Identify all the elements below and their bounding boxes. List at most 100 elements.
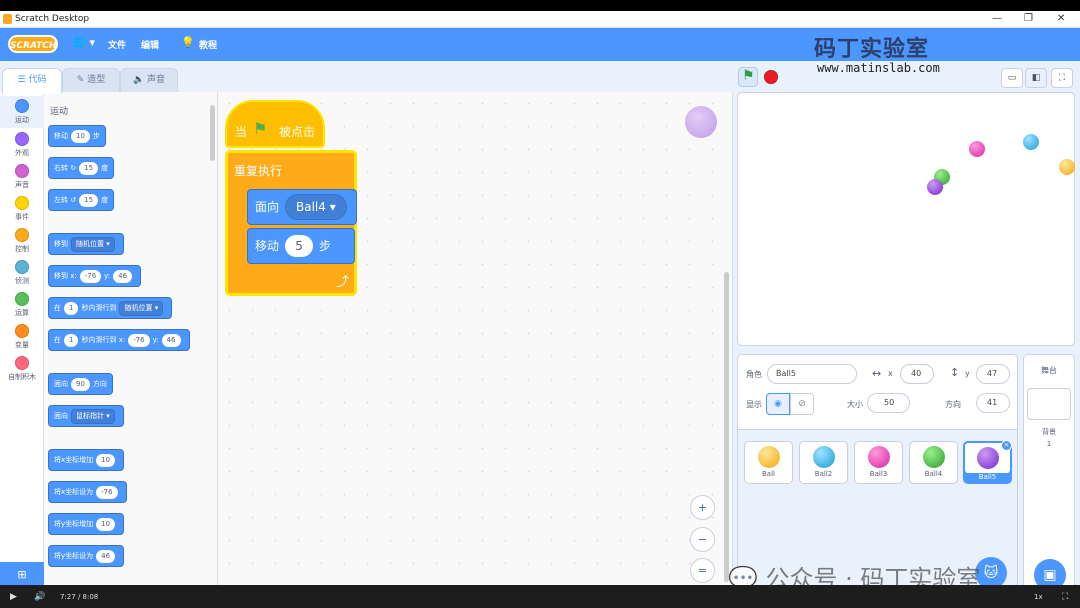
category-sound[interactable]: 声音 (0, 164, 44, 190)
extension-add-icon[interactable]: ⊞ (0, 562, 44, 587)
fullscreen-video-icon[interactable]: ⛶ (1062, 592, 1068, 602)
block-glide-to[interactable]: 在 1 秒内滑行到 随机位置 ▾ (48, 297, 173, 319)
zoom-out-button[interactable]: − (690, 527, 715, 552)
block-dropdown[interactable]: Ball4 ▾ (285, 194, 347, 220)
ball3-sprite[interactable] (969, 141, 985, 157)
block-input[interactable]: 5 (285, 235, 314, 257)
sprite-name-input[interactable]: Ball5 (767, 364, 857, 384)
move-steps-block[interactable]: 移动 5 步 (247, 228, 355, 264)
category-operators[interactable]: 运算 (0, 292, 44, 318)
size-input[interactable]: 50 (867, 393, 910, 413)
sprite-tile-ball2[interactable]: Ball2 (799, 441, 848, 484)
dropdown-value: Ball4 (296, 200, 326, 214)
category-variables[interactable]: 变量 (0, 324, 44, 350)
block-input[interactable]: 15 (79, 194, 99, 207)
block-input[interactable]: 10 (96, 518, 116, 531)
tab-code[interactable]: ☰ 代码 (2, 68, 62, 94)
zoom-reset-button[interactable]: = (690, 558, 715, 583)
ball5-thumbnail (976, 447, 999, 469)
category-label: 事件 (15, 213, 29, 221)
block-point-direction[interactable]: 面向 90 方向 (48, 373, 113, 395)
close-button[interactable]: ✕ (1057, 13, 1065, 24)
block-dropdown[interactable]: 鼠标指针 ▾ (71, 409, 115, 424)
menu-edit[interactable]: 编辑 (141, 38, 159, 51)
stop-button[interactable] (764, 70, 778, 84)
block-set-x[interactable]: 将x坐标设为 -76 (48, 481, 127, 503)
scratch-logo[interactable]: SCRATCH (8, 35, 58, 53)
minimize-button[interactable]: — (992, 13, 1002, 24)
fullscreen-button[interactable]: ⛶ (1051, 68, 1073, 88)
show-eye-button[interactable]: ◉ (766, 393, 790, 415)
sprite-tile-ball[interactable]: Ball (744, 441, 793, 484)
block-turn-left[interactable]: 左转 ↺ 15 度 (48, 189, 115, 211)
block-input[interactable]: 15 (79, 162, 99, 175)
block-input[interactable]: 1 (64, 302, 79, 315)
category-sensing[interactable]: 侦测 (0, 260, 44, 286)
direction-input[interactable]: 41 (976, 393, 1010, 413)
sprite-tile-ball3[interactable]: Ball3 (854, 441, 903, 484)
block-change-x[interactable]: 将x坐标增加 10 (48, 449, 125, 471)
block-input[interactable]: 1 (64, 334, 79, 347)
playback-speed[interactable]: 1x (1034, 593, 1043, 601)
block-move-steps[interactable]: 移动 10 步 (48, 125, 106, 147)
stage-target-panel[interactable]: 舞台 背景 1 ▣ (1023, 354, 1075, 594)
script-area[interactable]: 当 ⚑ 被点击 重复执行 面向 Ball4 ▾ 移动 5 步 ⤴ + − = (218, 92, 733, 587)
block-input[interactable]: 10 (96, 454, 116, 467)
tab-sounds[interactable]: 🔈 声音 (120, 68, 178, 92)
palette-scrollbar[interactable] (210, 105, 215, 161)
green-flag-button[interactable]: ⚑ (738, 67, 758, 87)
small-stage-button[interactable]: ▭ (1001, 68, 1023, 88)
block-input[interactable]: 90 (71, 378, 90, 391)
play-icon[interactable]: ▶ (10, 592, 17, 602)
hide-eye-button[interactable]: ⊘ (790, 393, 814, 415)
normal-stage-button[interactable]: ◧ (1025, 68, 1047, 88)
point-towards-block[interactable]: 面向 Ball4 ▾ (247, 189, 357, 225)
stage-canvas[interactable] (737, 92, 1075, 346)
block-input[interactable]: 46 (96, 550, 116, 563)
forever-block[interactable]: 重复执行 面向 Ball4 ▾ 移动 5 步 ⤴ (225, 150, 357, 296)
block-text: y: (104, 272, 111, 280)
sprite-tile-ball5[interactable]: Ball5 × (963, 440, 1012, 484)
category-my-blocks[interactable]: 自制积木 (0, 356, 44, 382)
x-input[interactable]: 40 (900, 364, 934, 384)
block-goto[interactable]: 移到 随机位置 ▾ (48, 233, 124, 255)
y-input[interactable]: 47 (976, 364, 1010, 384)
block-input[interactable]: 46 (113, 270, 133, 283)
tab-costumes[interactable]: ✎ 造型 (62, 68, 120, 92)
block-point-toward[interactable]: 面向 鼠标指针 ▾ (48, 405, 124, 427)
block-dropdown[interactable]: 随机位置 ▾ (71, 237, 115, 252)
category-events[interactable]: 事件 (0, 196, 44, 222)
block-change-y[interactable]: 将y坐标增加 10 (48, 513, 125, 535)
block-set-y[interactable]: 将y坐标设为 46 (48, 545, 125, 567)
language-globe-icon[interactable]: 🌐 ▾ (72, 36, 95, 49)
category-control[interactable]: 控制 (0, 228, 44, 254)
zoom-in-button[interactable]: + (690, 495, 715, 520)
operators-dot-icon (15, 292, 29, 306)
ball-sprite[interactable] (1059, 159, 1075, 175)
delete-sprite-icon[interactable]: × (1001, 440, 1012, 451)
volume-icon[interactable]: 🔊 (34, 592, 45, 602)
block-turn-right[interactable]: 右转 ↻ 15 度 (48, 157, 115, 179)
block-input[interactable]: -76 (79, 270, 102, 283)
block-input[interactable]: 10 (71, 130, 90, 143)
block-input[interactable]: -76 (96, 486, 118, 499)
block-palette: 运动 移动 10 步 右转 ↻ 15 度 左转 ↺ 15 度 移到 随机位置 ▾ 移到 x: -… (44, 92, 218, 587)
block-input[interactable]: -76 (128, 334, 150, 347)
block-input[interactable]: 46 (161, 334, 181, 347)
block-glide-xy[interactable]: 在 1 秒内滑行到 x: -76 y: 46 (48, 329, 190, 351)
menu-file[interactable]: 文件 (108, 38, 126, 51)
when-flag-clicked-block[interactable]: 当 ⚑ 被点击 (225, 100, 325, 148)
menu-tutorials[interactable]: 教程 (199, 38, 217, 51)
sprite-name-label: 角色 (746, 370, 762, 379)
category-motion[interactable]: 运动 (0, 96, 44, 128)
ball2-sprite[interactable] (1023, 134, 1039, 150)
brush-icon: ✎ (76, 75, 88, 85)
block-dropdown[interactable]: 随机位置 ▾ (119, 301, 164, 316)
block-goto-xy[interactable]: 移到 x: -76 y: 46 (48, 265, 142, 287)
sprite-tile-ball4[interactable]: Ball4 (909, 441, 958, 484)
maximize-button[interactable]: ❐ (1024, 13, 1033, 24)
script-scrollbar[interactable] (724, 272, 729, 582)
looks-dot-icon (15, 132, 29, 146)
category-looks[interactable]: 外观 (0, 132, 44, 158)
ball5-sprite[interactable] (927, 179, 943, 195)
